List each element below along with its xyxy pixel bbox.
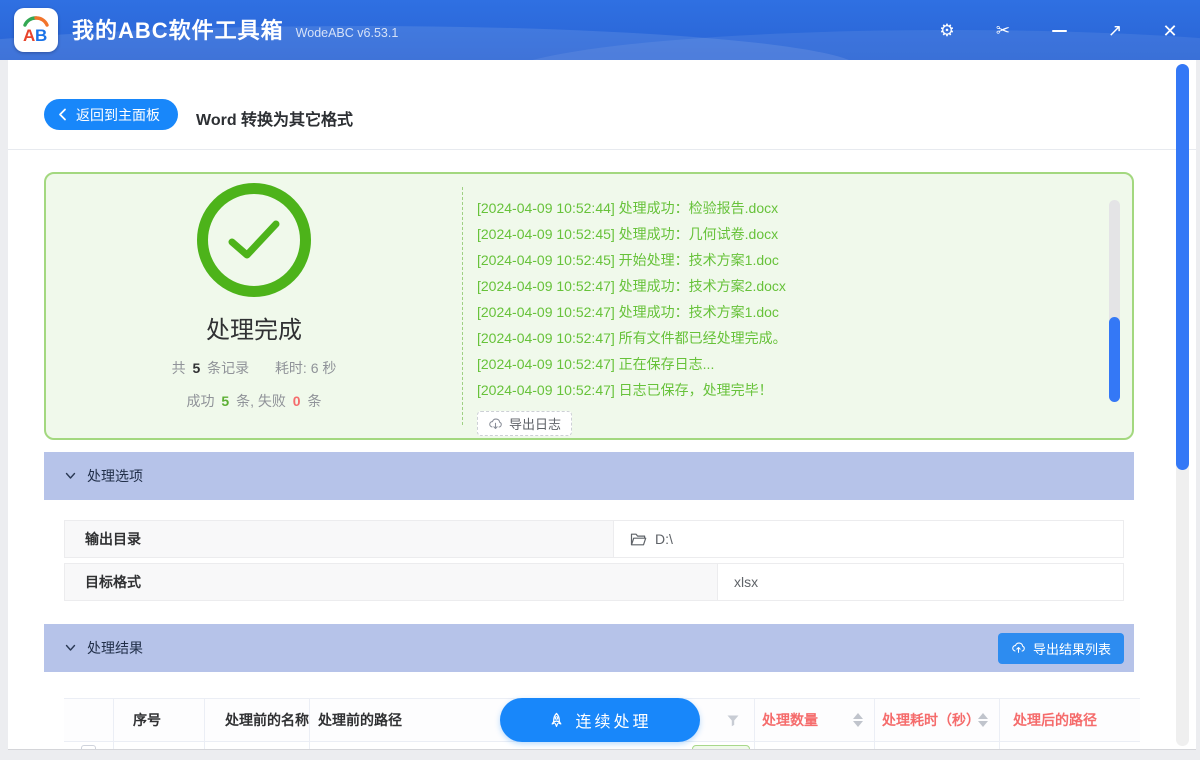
row-path-after-cell [1000,742,1140,749]
summary-panel: 处理完成 共 5 条记录 耗时: 6 秒 成功 5 条, 失败 0 条 [202… [44,172,1134,440]
export-results-button[interactable]: 导出结果列表 [997,632,1124,664]
log-scrollbar-thumb[interactable] [1109,317,1120,402]
svg-text:B: B [35,26,47,45]
chevron-down-icon [65,472,76,479]
app-title: 我的ABC软件工具箱 [72,18,284,43]
log-line: [2024-04-09 10:52:44] 处理成功：检验报告.docx [477,200,779,216]
options-section-title: 处理选项 [87,468,143,484]
app-logo: A B [14,8,58,52]
chevron-left-icon [59,108,66,121]
rocket-icon [552,712,562,727]
abc-logo-icon: A B [23,16,49,45]
elapsed-time: 耗时: 6 秒 [274,360,337,376]
summary-totals: 共 5 条记录 耗时: 6 秒 [46,358,462,378]
success-ring [197,183,311,297]
status-tag [692,745,750,749]
total-count: 5 [192,360,201,376]
output-dir-field[interactable]: D:\ [614,521,1123,557]
target-format-label: 目标格式 [65,564,718,600]
log-line: [2024-04-09 10:52:47] 所有文件都已经处理完成。 [477,330,787,346]
total-prefix: 共 [171,360,186,376]
column-header-count[interactable]: 处理数量 [755,699,875,741]
log-line: [2024-04-09 10:52:47] 处理成功：技术方案2.docx [477,278,786,294]
cloud-download-icon [489,418,502,429]
window-content: 返回到主面板 Word 转换为其它格式 处理完成 共 5 条记录 耗时: 6 秒… [8,60,1196,750]
sort-icon[interactable] [853,713,863,727]
success-prefix: 成功 [186,393,215,409]
page-header: 返回到主面板 Word 转换为其它格式 [8,60,1196,150]
cloud-upload-icon [1012,642,1025,653]
filter-funnel-icon[interactable] [726,714,740,727]
settings-gear-icon[interactable]: ⚙ [934,18,960,44]
fail-count: 0 [292,393,301,409]
row-count-cell [755,742,875,749]
log-line: [2024-04-09 10:52:47] 正在保存日志... [477,356,715,372]
continue-processing-button[interactable]: 连续处理 [500,698,700,742]
table-row: - [64,742,1140,750]
column-header-index[interactable]: 序号 [114,699,205,741]
export-log-button[interactable]: 导出日志 [477,411,573,436]
column-header-name-before[interactable]: 处理前的名称 [205,699,310,741]
log-area: [2024-04-09 10:52:44] 处理成功：检验报告.docx [20… [477,195,1068,403]
chevron-down-icon [65,644,76,651]
row-index-cell [114,742,205,749]
svg-text:A: A [23,26,35,45]
row-path-value: - [318,742,323,750]
column-header-path-after[interactable]: 处理后的路径 [1000,699,1140,741]
log-line: [2024-04-09 10:52:45] 处理成功：几何试卷.docx [477,226,779,242]
page-scrollbar-track[interactable] [1176,64,1189,746]
section-header-results[interactable]: 处理结果 导出结果列表 [44,624,1134,672]
scissors-icon[interactable]: ✂ [990,18,1016,44]
column-header-elapsed[interactable]: 处理耗时（秒） [875,699,1000,741]
fail-suffix: 条 [307,393,322,409]
row-checkbox[interactable] [81,745,96,749]
export-log-label: 导出日志 [509,417,562,432]
export-results-label: 导出结果列表 [1032,641,1111,657]
log-line: [2024-04-09 10:52:47] 处理成功：技术方案1.doc [477,304,779,320]
sort-icon[interactable] [978,713,988,727]
log-scrollbar-track[interactable] [1109,200,1120,402]
titlebar-text: 我的ABC软件工具箱 WodeABC v6.53.1 [72,0,398,58]
row-elapsed-cell [875,742,1000,749]
results-section-title: 处理结果 [87,640,143,656]
section-header-options[interactable]: 处理选项 [44,452,1134,500]
row-name-cell [205,742,310,749]
option-row-target-format: 目标格式 xlsx [64,563,1124,601]
row-path-cell: - [310,742,755,750]
selection-column-header [64,699,114,741]
column-header-count-label: 处理数量 [762,712,818,728]
back-button-label: 返回到主面板 [76,106,160,123]
status-title: 处理完成 [206,317,302,344]
title-bar: A B 我的ABC软件工具箱 WodeABC v6.53.1 ⚙ ✂ ↗ ✕ [0,0,1200,60]
success-count: 5 [221,393,230,409]
summary-status-block: 处理完成 共 5 条记录 耗时: 6 秒 成功 5 条, 失败 0 条 [46,174,462,438]
total-suffix: 条记录 [207,360,250,376]
back-to-main-button[interactable]: 返回到主面板 [44,99,178,130]
option-row-output-dir: 输出目录 D:\ [64,520,1124,558]
page-scrollbar-thumb[interactable] [1176,64,1189,470]
summary-success-fail: 成功 5 条, 失败 0 条 [46,391,462,411]
minimize-button[interactable] [1046,18,1072,44]
minimize-icon [1051,30,1067,32]
dashed-divider [462,187,463,425]
output-dir-label: 输出目录 [65,521,614,557]
close-button[interactable]: ✕ [1157,18,1183,44]
maximize-restore-button[interactable]: ↗ [1102,18,1128,44]
column-header-path-before-label: 处理前的路径 [318,712,402,728]
target-format-field[interactable]: xlsx [718,564,1123,600]
log-line: [2024-04-09 10:52:45] 开始处理：技术方案1.doc [477,252,779,268]
row-select-cell [64,742,114,749]
output-dir-value: D:\ [655,531,673,547]
continue-processing-label: 连续处理 [575,714,652,731]
folder-open-icon [630,533,647,545]
column-header-elapsed-label: 处理耗时（秒） [882,712,980,728]
middle-text: 条, 失败 [236,393,286,409]
log-line: [2024-04-09 10:52:47] 日志已保存，处理完毕！ [477,382,773,398]
target-format-value: xlsx [734,574,759,590]
app-version: WodeABC v6.53.1 [295,25,399,40]
check-icon [228,220,280,259]
page-title: Word 转换为其它格式 [196,112,354,129]
